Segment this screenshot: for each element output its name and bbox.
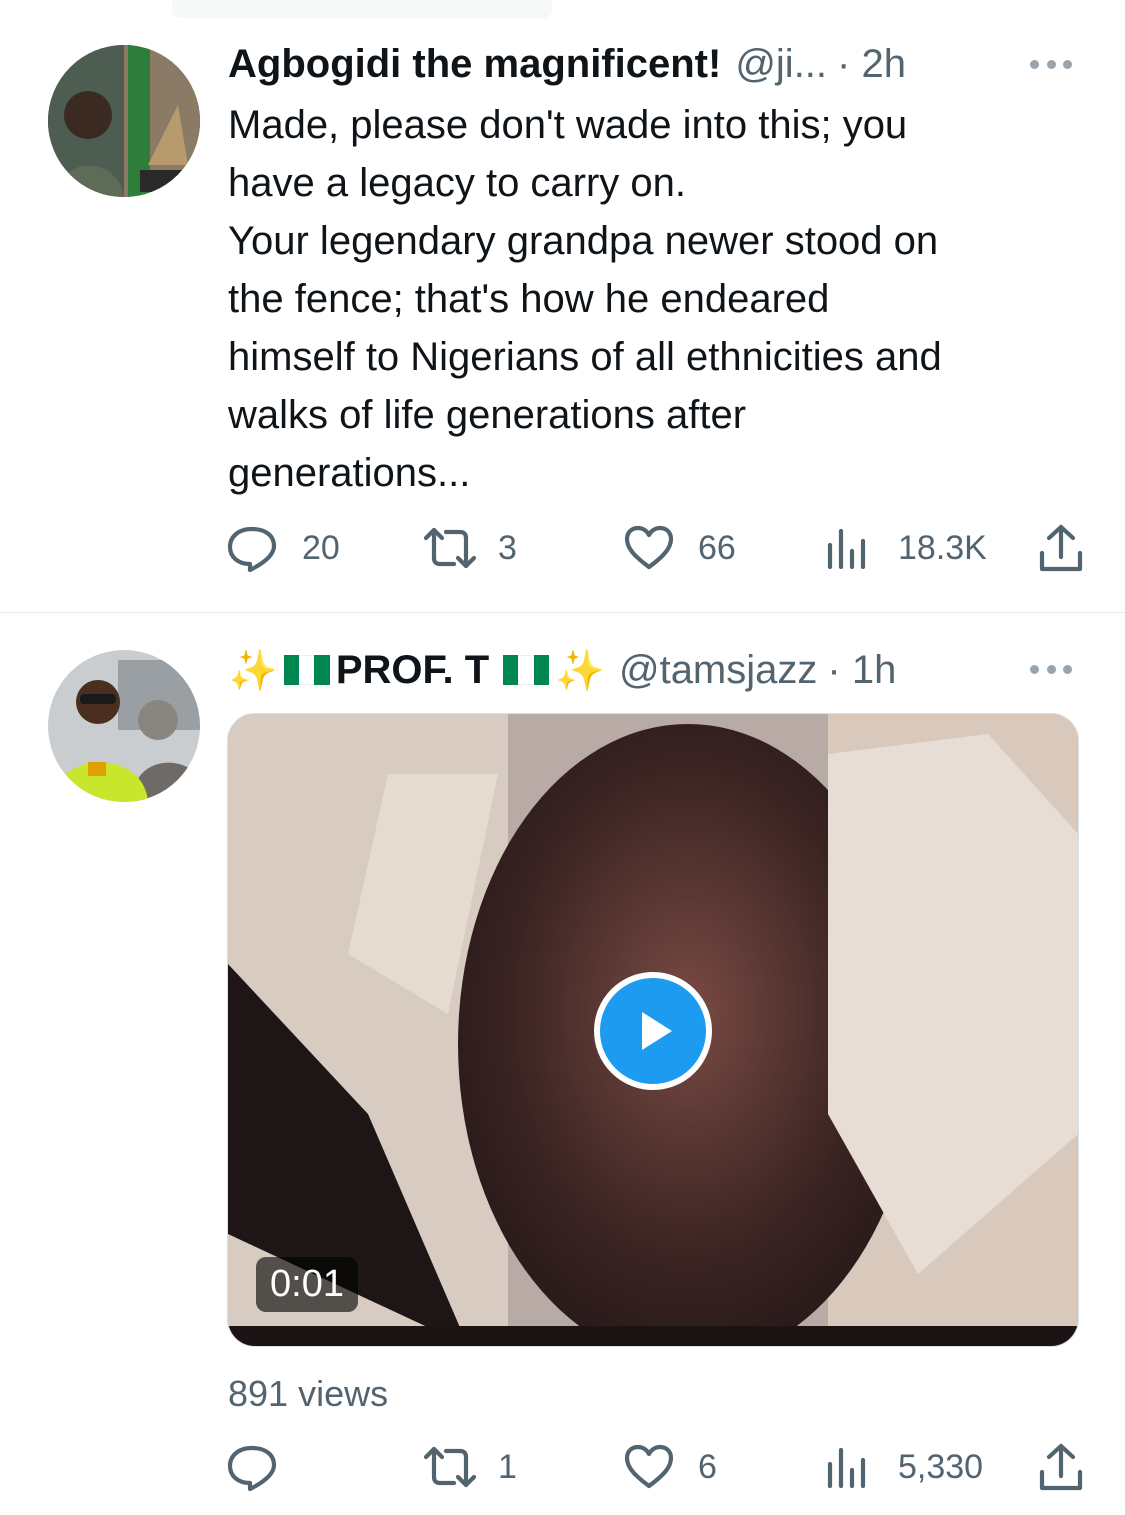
retweet-icon [422,526,478,570]
heart-icon [624,1444,674,1490]
retweet-count: 1 [498,1447,517,1486]
share-button[interactable] [1038,1437,1084,1497]
bar-chart-icon [826,1446,866,1488]
tweet-text: Made, please don't wade into this; you h… [228,96,1088,502]
like-count: 6 [698,1447,717,1486]
tweet-header: Agbogidi the magnificent! @ji... · 2h [228,38,906,90]
reply-button[interactable] [226,1437,302,1497]
reply-icon [226,524,278,572]
video-player[interactable]: 0:01 [227,713,1079,1347]
timestamp[interactable]: · 2h [837,42,906,87]
tweet-text-line: walks of life generations after [228,393,747,437]
nigeria-flag-icon [503,655,550,685]
retweet-button[interactable]: 1 [422,1437,517,1497]
reply-button[interactable]: 20 [226,518,340,578]
views-button[interactable]: 5,330 [826,1437,983,1497]
nigeria-flag-icon [283,655,330,685]
like-count: 66 [698,528,736,567]
like-button[interactable]: 66 [624,518,736,578]
play-icon [642,1012,672,1050]
tweet[interactable]: Agbogidi the magnificent! @ji... · 2h Ma… [0,0,1125,612]
handle[interactable]: @ji... [735,42,827,87]
retweet-button[interactable]: 3 [422,518,517,578]
reply-count: 20 [302,528,340,567]
play-button[interactable] [594,972,712,1090]
tweet-actions: 20 3 66 18.3K [226,518,1096,578]
tweet-text-line: himself to Nigerians of all ethnicities … [228,335,942,379]
display-name[interactable]: PROF. T [336,648,489,693]
tweet-text-line: Made, please don't wade into this; you [228,103,908,147]
timestamp[interactable]: · 1h [827,648,896,693]
sparkle-icon: ✨ [228,648,278,693]
view-count: 5,330 [898,1447,984,1486]
display-name[interactable]: Agbogidi the magnificent! [228,42,721,87]
retweet-icon [422,1445,478,1489]
avatar[interactable] [48,650,200,802]
reply-icon [226,1443,278,1491]
tweet-actions: 1 6 5,330 [226,1437,1096,1497]
like-button[interactable]: 6 [624,1437,717,1497]
share-button[interactable] [1038,518,1084,578]
tweet-text-line: have a legacy to carry on. [228,161,687,205]
tweet-text-line: Your legendary grandpa newer stood on [228,219,939,263]
video-duration: 0:01 [256,1257,358,1312]
share-icon [1038,1442,1084,1492]
video-views: 891 views [228,1373,389,1414]
avatar[interactable] [48,45,200,197]
retweet-count: 3 [498,528,517,567]
tweet[interactable]: ✨ PROF. T ✨ @tamsjazz · 1h 0:01 891 view… [0,613,1125,1515]
more-icon[interactable] [1030,659,1072,679]
more-icon[interactable] [1030,54,1072,74]
heart-icon [624,525,674,571]
view-count: 18.3K [898,528,987,567]
handle[interactable]: @tamsjazz [619,648,817,693]
bar-chart-icon [826,527,866,569]
tweet-text-line: generations... [228,451,471,495]
share-icon [1038,523,1084,573]
tweet-text-line: the fence; that's how he endeared [228,277,830,321]
sparkle-icon: ✨ [555,648,605,693]
views-button[interactable]: 18.3K [826,518,987,578]
tweet-header: ✨ PROF. T ✨ @tamsjazz · 1h [228,644,896,696]
